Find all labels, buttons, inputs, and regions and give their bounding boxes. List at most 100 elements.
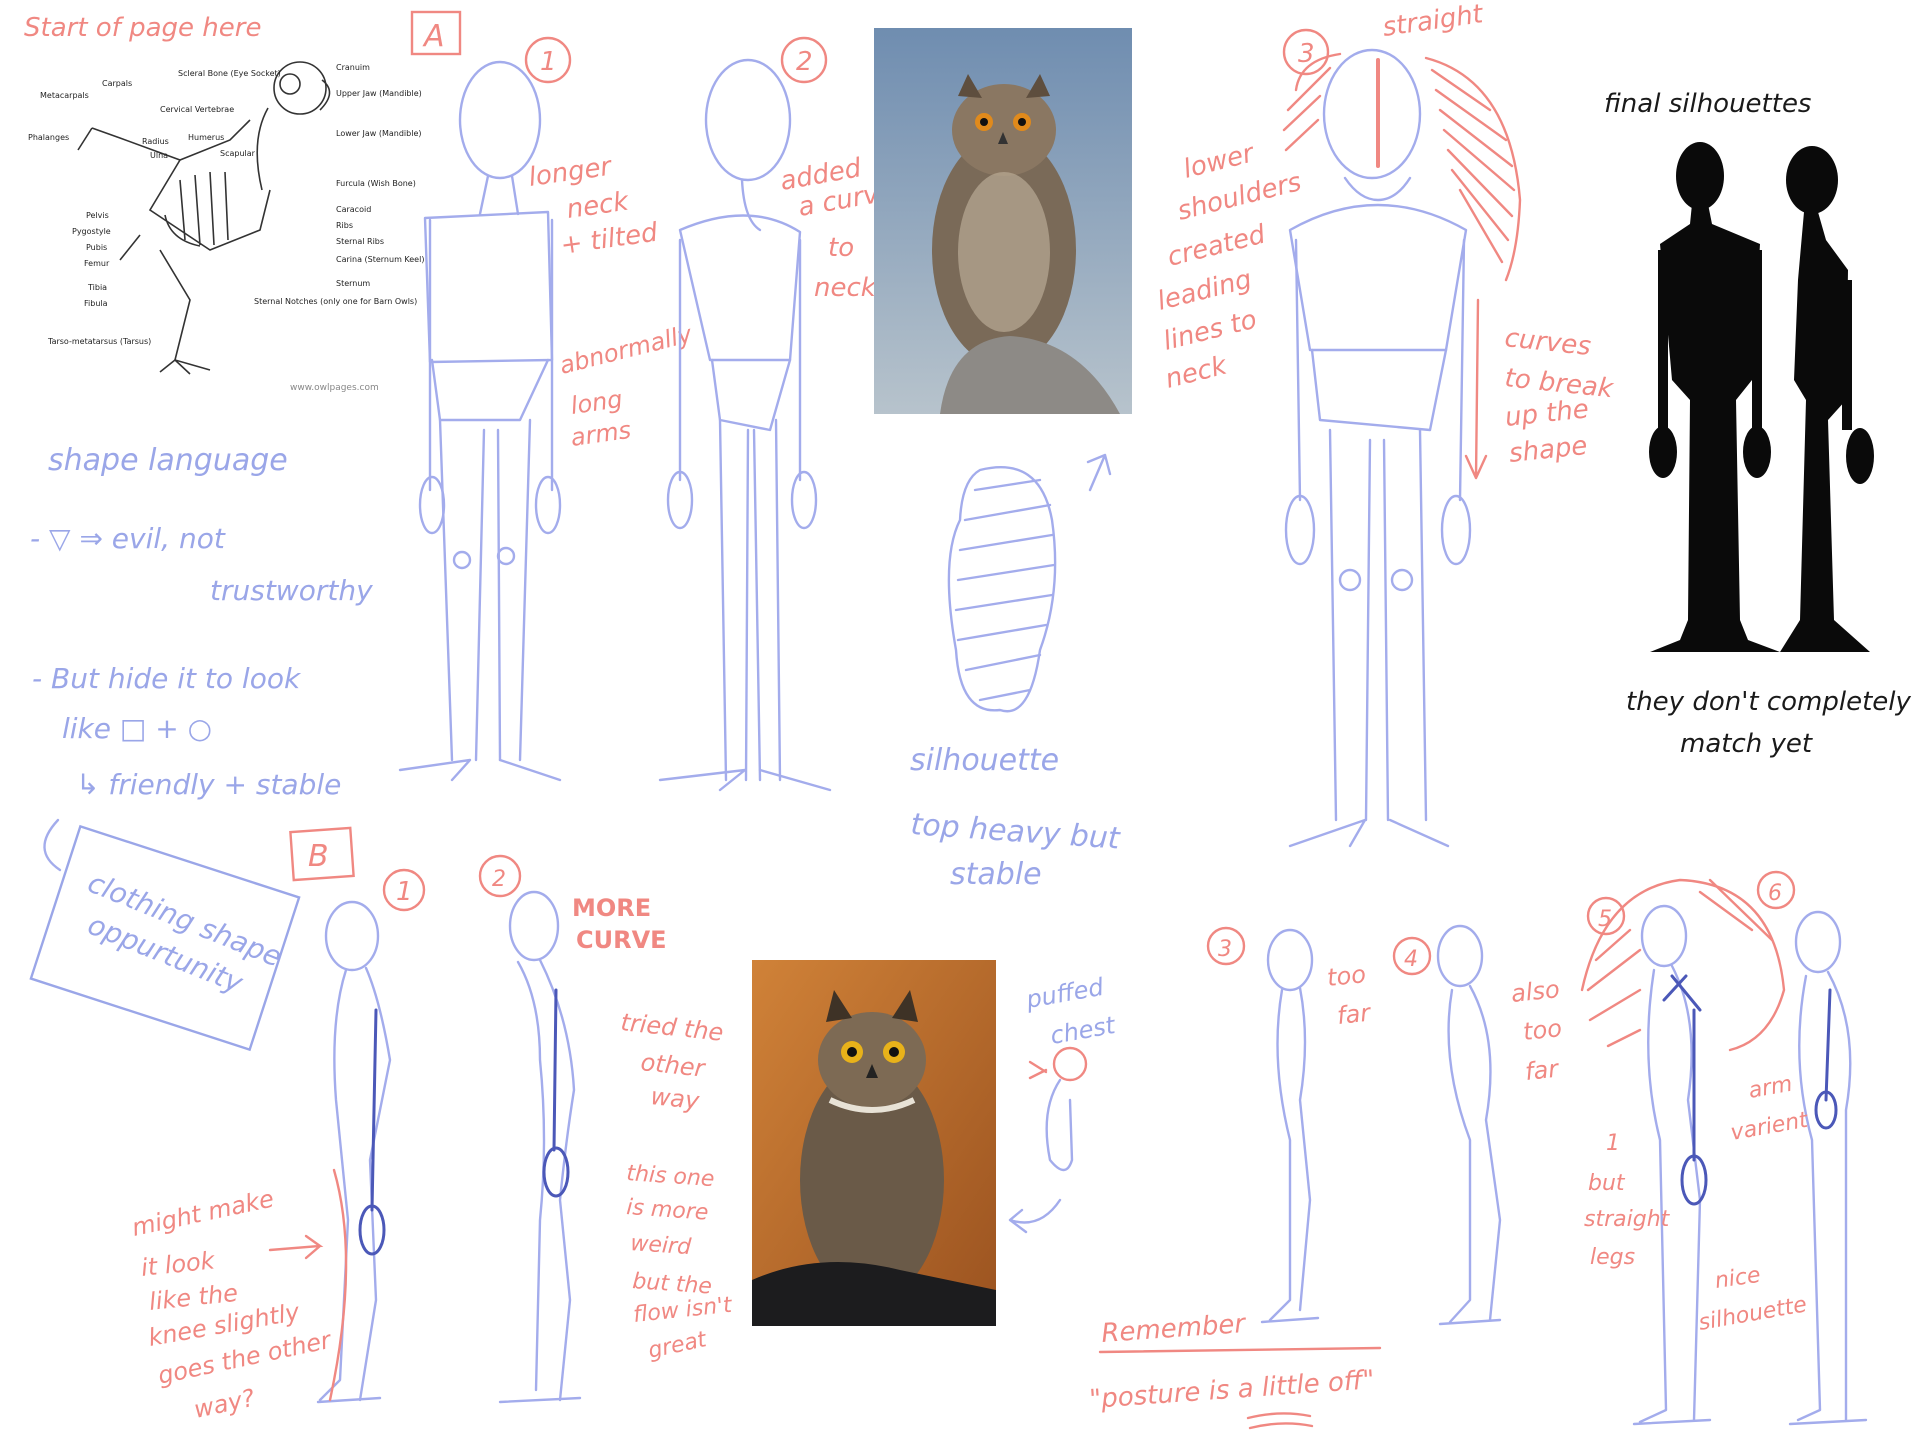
shape-note-line2: trustworthy <box>210 574 373 607</box>
svg-text:but: but <box>1588 1171 1626 1196</box>
figure-b2 <box>478 854 582 1404</box>
svg-text:longer: longer <box>527 151 615 193</box>
svg-text:nice: nice <box>1713 1263 1762 1294</box>
svg-text:far: far <box>1336 998 1374 1030</box>
num-b3: 3 <box>1218 937 1232 962</box>
svg-text:neck: neck <box>1162 350 1230 394</box>
svg-text:Lower Jaw (Mandible): Lower Jaw (Mandible) <box>336 129 422 138</box>
section-a-label: A <box>422 19 445 54</box>
shape-language-title: shape language <box>48 443 288 478</box>
figure-b6 <box>1756 870 1868 1426</box>
svg-text:Femur: Femur <box>84 259 110 268</box>
svg-text:1: 1 <box>1606 1131 1620 1156</box>
svg-text:way: way <box>649 1082 701 1115</box>
num-a3: 3 <box>1298 39 1315 69</box>
svg-text:puffed: puffed <box>1023 973 1106 1014</box>
arm-b5 <box>1662 974 1708 1206</box>
svg-text:Ribs: Ribs <box>336 221 353 230</box>
svg-text:Radius: Radius <box>142 137 169 146</box>
owl-photo-eurasian <box>874 28 1132 414</box>
svg-text:this one: this one <box>626 1161 716 1192</box>
num-b2: 2 <box>492 867 506 892</box>
svg-text:Metacarpals: Metacarpals <box>40 91 89 100</box>
section-b: B 1 might make it look like the knee sli… <box>129 826 1868 1430</box>
svg-text:MORE: MORE <box>572 894 651 922</box>
svg-text:great: great <box>646 1327 710 1364</box>
owl-photo-great-horned <box>752 960 996 1326</box>
svg-text:way?: way? <box>191 1384 257 1424</box>
svg-text:Carpals: Carpals <box>102 79 132 88</box>
arm-b6 <box>1814 988 1838 1130</box>
figure-b3 <box>1206 926 1320 1324</box>
svg-text:Ulna: Ulna <box>150 151 168 160</box>
curve-arrow-a3 <box>1464 298 1488 480</box>
svg-text:other: other <box>639 1048 708 1083</box>
svg-text:is more: is more <box>626 1195 710 1226</box>
svg-text:Tarso-metatarsus (Tarsus): Tarso-metatarsus (Tarsus) <box>47 337 151 346</box>
svg-text:Cervical Vertebrae: Cervical Vertebrae <box>160 105 234 114</box>
straight-note: straight <box>1381 0 1486 43</box>
figure-b4 <box>1392 924 1502 1326</box>
svg-text:too: too <box>1326 960 1367 992</box>
num-a2: 2 <box>796 47 813 77</box>
svg-text:might make: might make <box>129 1184 276 1241</box>
section-a: A 1 longer neck + tilted abnormally long… <box>398 0 1615 892</box>
svg-text:created: created <box>1164 219 1268 272</box>
shape-note-line5: ↳ friendly + stable <box>76 768 341 801</box>
silhouette-side <box>1780 146 1874 652</box>
svg-text:long: long <box>569 385 624 420</box>
svg-text:legs: legs <box>1590 1245 1635 1270</box>
svg-text:Upper Jaw (Mandible): Upper Jaw (Mandible) <box>336 89 422 98</box>
svg-text:Fibula: Fibula <box>84 299 108 308</box>
shape-note-line3: - But hide it to look <box>32 662 302 695</box>
svg-text:Pygostyle: Pygostyle <box>72 227 111 236</box>
page-start-note: Start of page here <box>24 13 261 43</box>
svg-text:Phalanges: Phalanges <box>28 133 69 142</box>
shape-note-line4: like □ + ○ <box>62 712 212 745</box>
svg-text:chest: chest <box>1048 1011 1119 1050</box>
svg-text:Caracoid: Caracoid <box>336 205 371 214</box>
svg-text:Humerus: Humerus <box>188 133 224 142</box>
puffed-chest-sketch <box>1008 1046 1088 1234</box>
figure-b1 <box>316 868 426 1404</box>
svg-text:far: far <box>1524 1054 1562 1086</box>
shape-language-notes: shape language - ▽ ⇒ evil, not trustwort… <box>29 443 373 1052</box>
final-silhouettes: final silhouettes they don't completely … <box>1604 89 1911 759</box>
svg-text:Sternal Notches (only one for: Sternal Notches (only one for Barn Owls) <box>254 297 417 306</box>
figure-b5-hatching <box>1580 878 1786 1052</box>
figure-a1 <box>398 36 572 782</box>
figure-a2 <box>658 36 832 792</box>
svg-text:too: too <box>1522 1014 1563 1046</box>
svg-text:arm: arm <box>1747 1072 1795 1104</box>
svg-text:Pubis: Pubis <box>86 243 107 252</box>
svg-text:tried the: tried the <box>619 1008 724 1047</box>
svg-text:Pelvis: Pelvis <box>86 211 109 220</box>
shoulder-hatching <box>1282 52 1522 282</box>
svg-text:flow isn't: flow isn't <box>632 1293 734 1328</box>
figure-a3 <box>1284 48 1472 848</box>
final-caption-line1: they don't completely <box>1626 687 1911 717</box>
svg-text:neck: neck <box>814 273 877 303</box>
curve-arrow <box>43 818 62 872</box>
remember-note: Remember <box>1100 1309 1248 1349</box>
final-silhouettes-title: final silhouettes <box>1604 89 1811 119</box>
silhouette-blob <box>947 453 1112 713</box>
svg-text:also: also <box>1510 975 1561 1008</box>
svg-text:curves: curves <box>1503 323 1592 362</box>
silhouette-front <box>1649 142 1780 652</box>
svg-text:shape: shape <box>1508 431 1589 469</box>
svg-text:straight: straight <box>1584 1207 1671 1232</box>
posture-quote: "posture is a little off" <box>1088 1365 1375 1415</box>
silhouette-label: silhouette <box>910 743 1059 778</box>
svg-text:Sternum: Sternum <box>336 279 370 288</box>
section-b-label: B <box>308 839 329 874</box>
svg-text:Sternal Ribs: Sternal Ribs <box>336 237 384 246</box>
svg-text:Tibia: Tibia <box>87 283 107 292</box>
svg-text:weird: weird <box>630 1231 693 1260</box>
svg-text:silhouette: silhouette <box>1697 1292 1809 1336</box>
final-caption-line2: match yet <box>1680 729 1813 759</box>
svg-text:CURVE: CURVE <box>576 926 667 954</box>
svg-text:Scapular: Scapular <box>220 149 256 158</box>
svg-text:abnormally: abnormally <box>557 320 696 380</box>
svg-text:Furcula (Wish Bone): Furcula (Wish Bone) <box>336 179 416 188</box>
